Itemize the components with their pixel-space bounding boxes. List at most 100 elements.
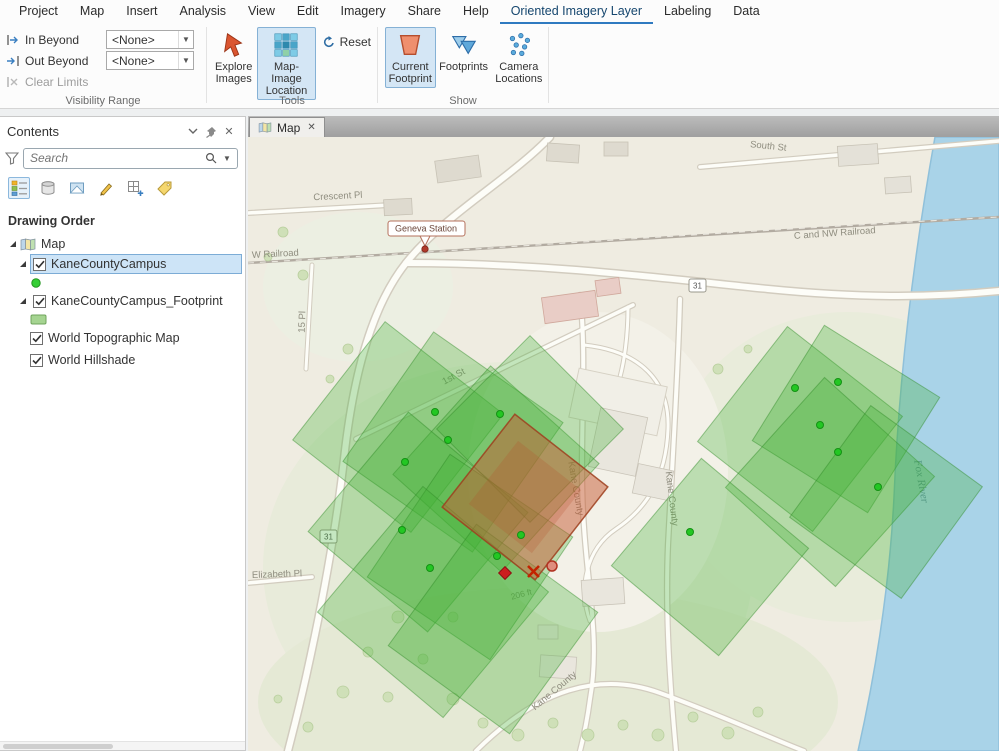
- map-view: South St Crescent Pl C and NW Railroad W…: [248, 137, 999, 751]
- tab-imagery[interactable]: Imagery: [329, 0, 396, 24]
- search-icon[interactable]: [203, 152, 219, 164]
- layer-checkbox[interactable]: [33, 257, 46, 271]
- tab-analysis[interactable]: Analysis: [169, 0, 238, 24]
- explore-images-icon: [223, 33, 243, 57]
- route-31-shield: 31: [693, 282, 702, 291]
- list-by-data-source-tab[interactable]: [37, 177, 59, 199]
- horizontal-scrollbar[interactable]: [0, 741, 245, 750]
- ribbon-tab-row: Project Map Insert Analysis View Edit Im…: [0, 0, 999, 24]
- visibility-range-group-label: Visibility Range: [65, 95, 141, 107]
- current-footprint-label: Current Footprint: [388, 61, 432, 85]
- drawing-order-heading: Drawing Order: [8, 214, 95, 228]
- explore-images-label: Explore Images: [215, 61, 253, 85]
- out-beyond-label: Out Beyond: [25, 53, 89, 68]
- layer-row[interactable]: KaneCountyCampus_Footprint: [30, 291, 242, 311]
- in-beyond-row: In Beyond <None> ▼: [6, 29, 206, 50]
- layer-label: KaneCountyCampus: [51, 257, 167, 271]
- collapse-arrow-icon[interactable]: [16, 260, 30, 268]
- list-by-drawing-order-tab[interactable]: [8, 177, 30, 199]
- reset-button[interactable]: Reset: [318, 33, 375, 51]
- list-by-labeling-tab[interactable]: [153, 177, 175, 199]
- dropdown-caret-icon[interactable]: ▼: [178, 31, 193, 48]
- search-box: ▼: [23, 147, 238, 169]
- filter-icon[interactable]: [5, 151, 19, 165]
- tools-group-label: Tools: [279, 95, 305, 107]
- pin-icon[interactable]: [202, 123, 220, 141]
- station-marker: [421, 245, 429, 253]
- out-beyond-value: <None>: [112, 53, 155, 68]
- selected-layer-row[interactable]: KaneCountyCampus: [30, 254, 242, 274]
- reset-label: Reset: [339, 35, 371, 49]
- map-image-location-label: Map-Image Location: [265, 61, 308, 97]
- ribbon: Project Map Insert Analysis View Edit Im…: [0, 0, 999, 109]
- map-canvas[interactable]: South St Crescent Pl C and NW Railroad W…: [248, 137, 999, 751]
- tab-oriented-imagery-layer[interactable]: Oriented Imagery Layer: [499, 0, 654, 24]
- list-by-editing-tab[interactable]: [95, 177, 117, 199]
- red-circle-marker[interactable]: [546, 560, 558, 572]
- list-by-snapping-tab[interactable]: [124, 177, 146, 199]
- show-group-label: Show: [449, 95, 477, 107]
- map-label-15-pl: 15 Pl: [297, 311, 309, 333]
- polygon-symbol-green-square[interactable]: [30, 314, 47, 325]
- layer-label: World Topographic Map: [48, 331, 180, 345]
- group-divider: [548, 27, 549, 103]
- list-by-selection-tab[interactable]: [66, 177, 88, 199]
- in-beyond-label: In Beyond: [25, 32, 80, 47]
- group-tools: Explore Images Map-Image Location Reset …: [207, 24, 377, 108]
- map-view-tab[interactable]: Map ✕: [249, 117, 325, 137]
- layer-checkbox[interactable]: [33, 294, 46, 308]
- tab-view[interactable]: View: [237, 0, 286, 24]
- close-icon[interactable]: ✕: [220, 123, 238, 141]
- tab-share[interactable]: Share: [397, 0, 452, 24]
- camera-locations-label: Camera Locations: [495, 61, 543, 85]
- group-visibility-range: In Beyond <None> ▼ Out Beyond <None> ▼ C…: [0, 24, 206, 108]
- group-show: Current Footprint Footprints Camera Loca…: [378, 24, 548, 108]
- layer-checkbox[interactable]: [30, 331, 43, 345]
- tree-node-map[interactable]: Map: [0, 234, 245, 254]
- in-beyond-value: <None>: [112, 32, 155, 47]
- layer-checkbox[interactable]: [30, 353, 43, 367]
- tab-data[interactable]: Data: [722, 0, 770, 24]
- map-tab-label: Map: [277, 120, 301, 135]
- collapse-arrow-icon[interactable]: [16, 297, 30, 305]
- layer-symbol-row: [0, 274, 245, 291]
- map-image-location-icon: [275, 33, 298, 57]
- current-footprint-button[interactable]: Current Footprint: [385, 27, 436, 88]
- footprints-button[interactable]: Footprints: [439, 27, 489, 76]
- explore-images-button[interactable]: Explore Images: [212, 27, 255, 88]
- tab-help[interactable]: Help: [452, 0, 500, 24]
- camera-locations-icon: [509, 33, 530, 57]
- tab-edit[interactable]: Edit: [286, 0, 330, 24]
- map-tab-icon: [258, 122, 272, 133]
- close-tab-icon[interactable]: ✕: [307, 122, 315, 133]
- clear-limits-label: Clear Limits: [25, 74, 89, 89]
- layer-tree: Map KaneCountyCampus KaneCountyCampus_Fo…: [0, 234, 245, 370]
- layer-label: World Hillshade: [48, 353, 136, 367]
- camera-locations-button[interactable]: Camera Locations: [492, 27, 546, 88]
- footprints-icon: [451, 36, 476, 55]
- tree-node-kanecountycampus[interactable]: KaneCountyCampus: [0, 254, 245, 274]
- tab-labeling[interactable]: Labeling: [653, 0, 722, 24]
- clear-limits-button[interactable]: Clear Limits: [6, 71, 206, 92]
- in-beyond-dropdown[interactable]: <None> ▼: [106, 30, 194, 49]
- tab-insert[interactable]: Insert: [115, 0, 168, 24]
- map-node-label: Map: [41, 237, 66, 251]
- tab-project[interactable]: Project: [8, 0, 69, 24]
- point-symbol-green-dot[interactable]: [30, 277, 42, 289]
- contents-title: Contents: [7, 124, 60, 139]
- tree-node-kanecountycampus-footprint[interactable]: KaneCountyCampus_Footprint: [0, 291, 245, 311]
- search-options-caret-icon[interactable]: ▼: [219, 154, 235, 163]
- tree-node-world-hillshade[interactable]: World Hillshade: [0, 350, 245, 370]
- reset-icon: [323, 36, 334, 48]
- out-beyond-icon: [7, 55, 19, 66]
- out-beyond-dropdown[interactable]: <None> ▼: [106, 51, 194, 70]
- dropdown-caret-icon[interactable]: ▼: [178, 52, 193, 69]
- tab-map[interactable]: Map: [69, 0, 115, 24]
- collapse-arrow-icon[interactable]: [6, 240, 20, 248]
- clear-limits-icon: [7, 76, 18, 87]
- map-icon: [20, 238, 36, 250]
- map-image-location-button[interactable]: Map-Image Location: [257, 27, 316, 100]
- search-input[interactable]: [24, 151, 203, 165]
- pane-menu-chevron-icon[interactable]: [184, 123, 202, 141]
- tree-node-world-topographic-map[interactable]: World Topographic Map: [0, 328, 245, 348]
